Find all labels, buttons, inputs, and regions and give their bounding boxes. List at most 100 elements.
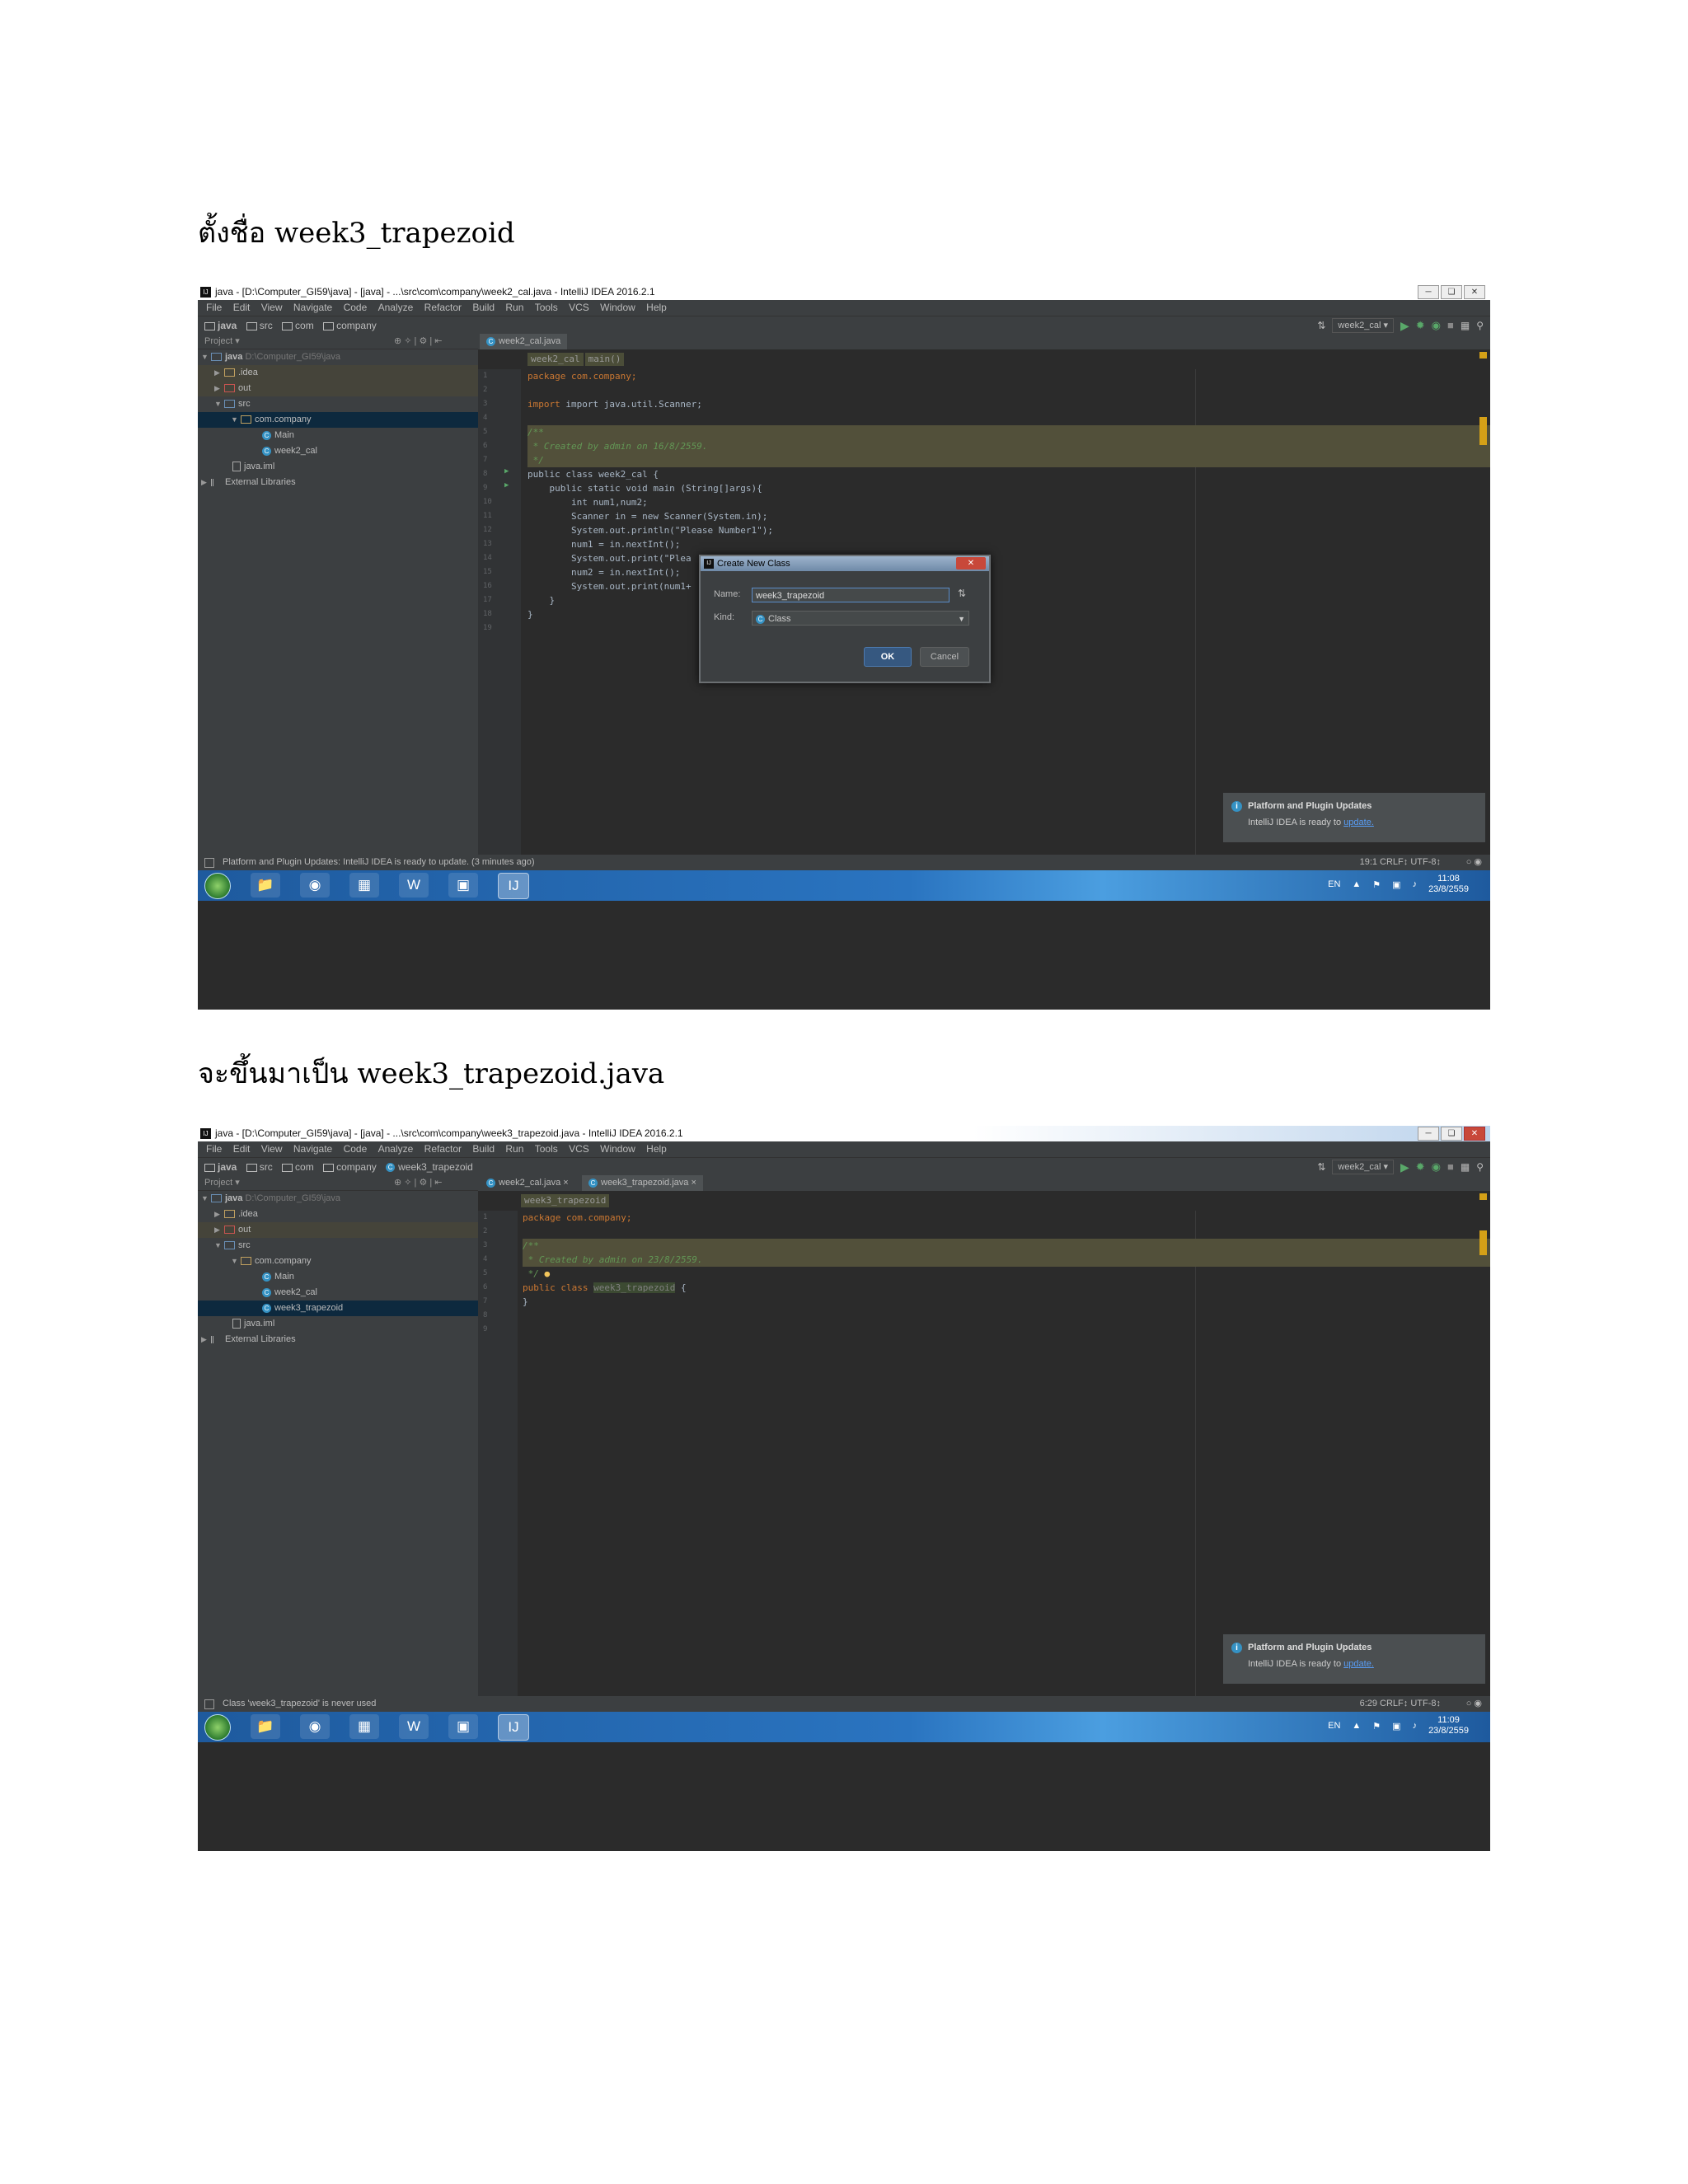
clock[interactable]: 11:08 23/8/2559 (1428, 874, 1469, 895)
menu-analyze[interactable]: Analyze (378, 1143, 414, 1155)
updates-notification[interactable]: i Platform and Plugin Updates IntelliJ I… (1223, 793, 1485, 842)
tree-root[interactable]: ▼ java D:\Computer_GI59\java (198, 349, 478, 365)
start-button[interactable] (204, 1714, 231, 1741)
breadcrumb-week3-trapezoid[interactable]: Cweek3_trapezoid (386, 1161, 473, 1173)
menu-window[interactable]: Window (600, 1143, 635, 1155)
intellij-taskbar-icon[interactable]: IJ (498, 873, 529, 899)
toggle-tool-windows-icon[interactable] (204, 858, 214, 868)
tree-out[interactable]: ▶ out (198, 381, 478, 396)
sort-icon[interactable]: ⇅ (958, 588, 966, 599)
run-config-select[interactable]: week2_cal ▾ (1332, 1160, 1394, 1174)
chrome-taskbar-icon[interactable]: ◉ (300, 873, 330, 898)
project-structure-icon[interactable]: ▦ (1461, 316, 1470, 335)
menu-run[interactable]: Run (505, 302, 523, 313)
lock-icon[interactable]: ○ ◉ (1466, 1696, 1482, 1712)
tree-class-week2[interactable]: Cweek2_cal (198, 443, 478, 459)
kind-select[interactable]: C Class ▼ (752, 611, 969, 626)
minimize-button[interactable]: ─ (1418, 1127, 1439, 1141)
cancel-button[interactable]: Cancel (920, 647, 969, 667)
tree-external-libraries[interactable]: ▶ External Libraries (198, 1332, 478, 1347)
project-view-select[interactable]: Project ▾ (204, 1178, 240, 1188)
menu-code[interactable]: Code (344, 302, 368, 313)
calculator-taskbar-icon[interactable]: ▦ (349, 1714, 379, 1739)
tree-idea[interactable]: ▶ .idea (198, 365, 478, 381)
update-link[interactable]: update. (1343, 1659, 1374, 1669)
menu-vcs[interactable]: VCS (569, 302, 589, 313)
menu-build[interactable]: Build (472, 302, 495, 313)
maximize-button[interactable]: ❏ (1441, 1127, 1462, 1141)
menu-help[interactable]: Help (646, 302, 667, 313)
word-taskbar-icon[interactable]: W (399, 1714, 429, 1739)
close-window-button[interactable]: ✕ (1464, 285, 1485, 299)
breadcrumb-com[interactable]: com (282, 1161, 314, 1173)
clock[interactable]: 11:09 23/8/2559 (1428, 1715, 1469, 1736)
tree-class-main[interactable]: C Main (198, 1269, 478, 1285)
project-view-select[interactable]: Project ▾ (204, 336, 240, 346)
run-gutter-icon[interactable]: ▶ (504, 467, 509, 476)
search-icon[interactable]: ⚲ (1476, 316, 1484, 335)
breadcrumb-com[interactable]: com (282, 320, 314, 331)
menu-edit[interactable]: Edit (233, 1143, 251, 1155)
debug-icon[interactable]: ✹ (1416, 316, 1425, 335)
run-icon[interactable]: ▶ (1400, 1158, 1409, 1176)
run-gutter-icon[interactable]: ▶ (504, 481, 509, 490)
warning-stripe-marker[interactable] (1479, 1193, 1487, 1200)
breadcrumb-src[interactable]: src (246, 320, 273, 331)
project-structure-icon[interactable]: ▦ (1461, 1158, 1470, 1176)
menu-navigate[interactable]: Navigate (293, 1143, 332, 1155)
language-indicator[interactable]: EN (1328, 879, 1340, 889)
tree-iml[interactable]: java.iml (198, 1316, 478, 1332)
volume-icon[interactable]: ♪ (1413, 1721, 1418, 1731)
tab-week2-cal[interactable]: Cweek2_cal.java × (480, 1175, 575, 1191)
explorer-taskbar-icon[interactable]: 📁 (251, 1714, 280, 1739)
tree-iml[interactable]: java.iml (198, 459, 478, 475)
warning-stripe-marker[interactable] (1479, 1230, 1487, 1255)
start-button[interactable] (204, 873, 231, 899)
close-window-button[interactable]: ✕ (1464, 1127, 1485, 1141)
menu-tools[interactable]: Tools (535, 302, 558, 313)
lightbulb-icon[interactable]: ● (545, 1268, 551, 1279)
intellij-taskbar-icon[interactable]: IJ (498, 1714, 529, 1741)
tree-package[interactable]: ▼ com.company (198, 412, 478, 428)
toggle-tool-windows-icon[interactable] (204, 1699, 214, 1709)
code-crumb-method[interactable]: main() (584, 353, 625, 366)
tray-expand-icon[interactable]: ▲ (1352, 1721, 1361, 1731)
stop-icon[interactable]: ■ (1447, 1158, 1454, 1176)
chrome-taskbar-icon[interactable]: ◉ (300, 1714, 330, 1739)
breadcrumb-company[interactable]: company (323, 320, 377, 331)
ok-button[interactable]: OK (864, 647, 912, 667)
tree-src[interactable]: ▼ src (198, 1238, 478, 1254)
word-taskbar-icon[interactable]: W (399, 873, 429, 898)
coverage-icon[interactable]: ◉ (1432, 1158, 1441, 1176)
breadcrumb-company[interactable]: company (323, 1161, 377, 1173)
dialog-close-button[interactable]: ✕ (956, 557, 986, 569)
tray-expand-icon[interactable]: ▲ (1352, 879, 1361, 889)
updates-notification[interactable]: i Platform and Plugin Updates IntelliJ I… (1223, 1634, 1485, 1684)
tree-idea[interactable]: ▶ .idea (198, 1207, 478, 1222)
menu-view[interactable]: View (261, 1143, 283, 1155)
devcpp-taskbar-icon[interactable]: ▣ (448, 873, 478, 898)
menu-vcs[interactable]: VCS (569, 1143, 589, 1155)
menu-run[interactable]: Run (505, 1143, 523, 1155)
close-tab-icon[interactable]: × (563, 1178, 568, 1188)
panel-tools-icon[interactable]: ⊕ ✧ | ⚙ | ⇤ (394, 1175, 443, 1190)
menu-refactor[interactable]: Refactor (424, 302, 462, 313)
breadcrumb-java[interactable]: java (204, 320, 237, 331)
tab-week2-cal[interactable]: Cweek2_cal.java (480, 334, 568, 349)
menu-file[interactable]: File (206, 1143, 222, 1155)
flag-icon[interactable]: ⚑ (1372, 1721, 1381, 1732)
code-crumb-class[interactable]: week2_cal (528, 353, 584, 366)
close-tab-icon[interactable]: × (691, 1178, 696, 1188)
menu-analyze[interactable]: Analyze (378, 302, 414, 313)
menu-build[interactable]: Build (472, 1143, 495, 1155)
explorer-taskbar-icon[interactable]: 📁 (251, 873, 280, 898)
menu-file[interactable]: File (206, 302, 222, 313)
menu-edit[interactable]: Edit (233, 302, 251, 313)
tree-root[interactable]: ▼ java D:\Computer_GI59\java (198, 1191, 478, 1207)
maximize-button[interactable]: ❏ (1441, 285, 1462, 299)
lock-icon[interactable]: ○ ◉ (1466, 855, 1482, 870)
menu-view[interactable]: View (261, 302, 283, 313)
menu-help[interactable]: Help (646, 1143, 667, 1155)
panel-tools-icon[interactable]: ⊕ ✧ | ⚙ | ⇤ (394, 334, 443, 349)
tree-class-week2[interactable]: Cweek2_cal (198, 1285, 478, 1301)
